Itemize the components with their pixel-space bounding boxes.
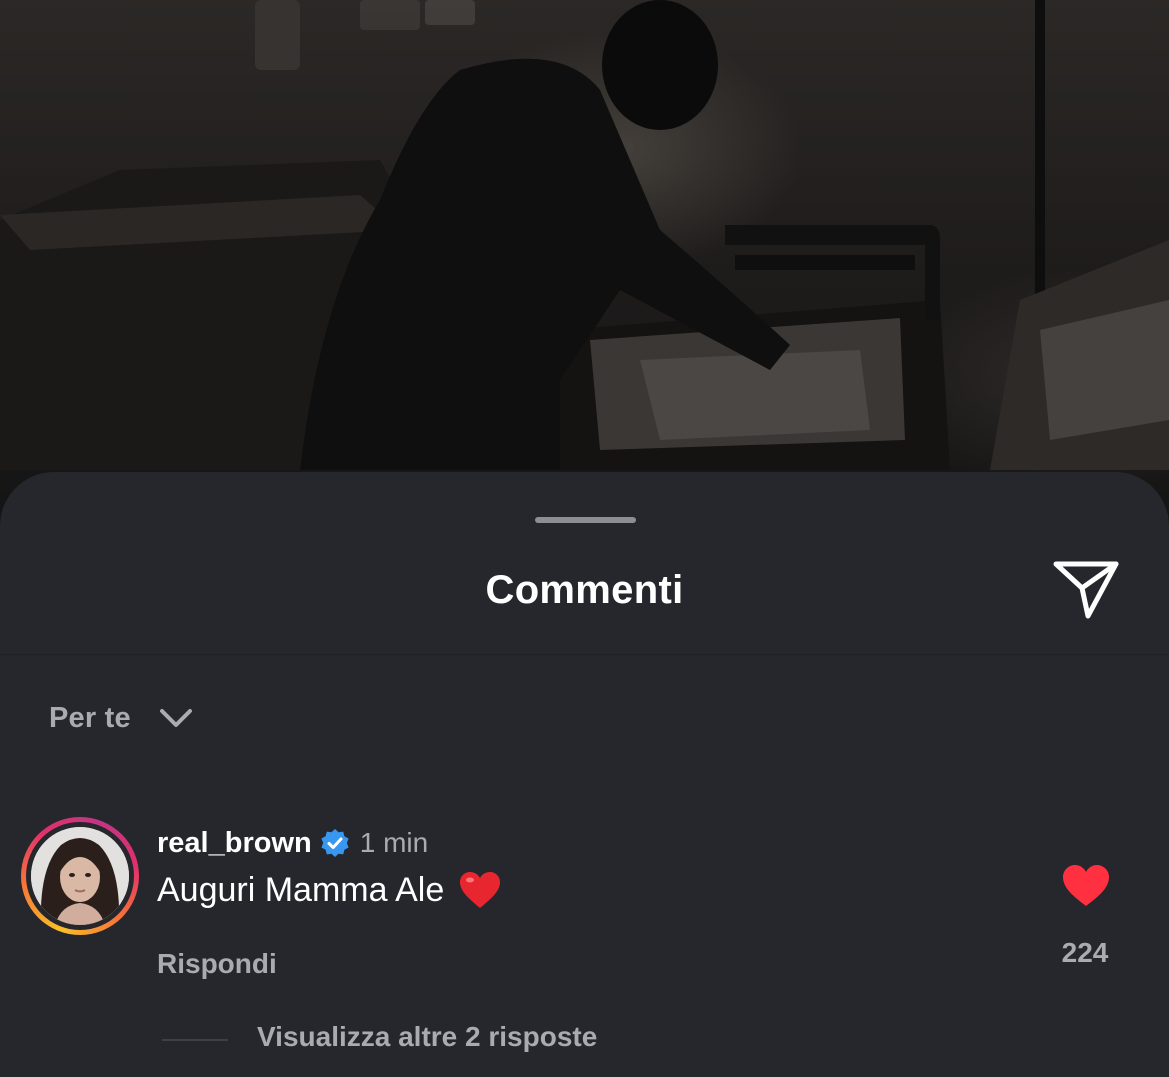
avatar[interactable]	[21, 817, 139, 935]
comment-meta: real_brown 1 min	[157, 822, 428, 864]
comments-sheet: Commenti Per te real_brown 1 min Auguri …	[0, 472, 1169, 1077]
sheet-grabber-handle[interactable]	[535, 517, 636, 523]
post-photo-illustration	[0, 0, 1169, 470]
verified-badge-icon	[320, 828, 350, 858]
avatar-photo	[31, 827, 129, 925]
like-count: 224	[1061, 937, 1109, 968]
comment-timestamp: 1 min	[359, 827, 429, 858]
post-photo	[0, 0, 1169, 540]
heart-emoji-icon	[458, 870, 502, 910]
chevron-down-icon	[159, 707, 193, 729]
sheet-title: Commenti	[485, 568, 684, 612]
comment-username[interactable]: real_brown	[157, 827, 312, 860]
heart-filled-icon	[1063, 865, 1109, 906]
sort-dropdown[interactable]: Per te	[49, 698, 193, 738]
comment-text: Auguri Mamma Ale	[157, 870, 502, 910]
sort-label: Per te	[49, 701, 131, 734]
header-divider	[0, 654, 1169, 655]
comments-screen: Commenti Per te real_brown 1 min Auguri …	[0, 0, 1169, 1077]
paper-plane-icon	[1053, 561, 1119, 619]
comment-body: Auguri Mamma Ale	[157, 870, 445, 909]
like-button[interactable]	[1057, 860, 1115, 912]
replies-divider-line	[162, 1039, 228, 1041]
view-more-replies-button[interactable]: Visualizza altre 2 risposte	[257, 1021, 597, 1053]
share-button[interactable]	[1049, 556, 1123, 622]
reply-button[interactable]: Rispondi	[157, 948, 277, 980]
